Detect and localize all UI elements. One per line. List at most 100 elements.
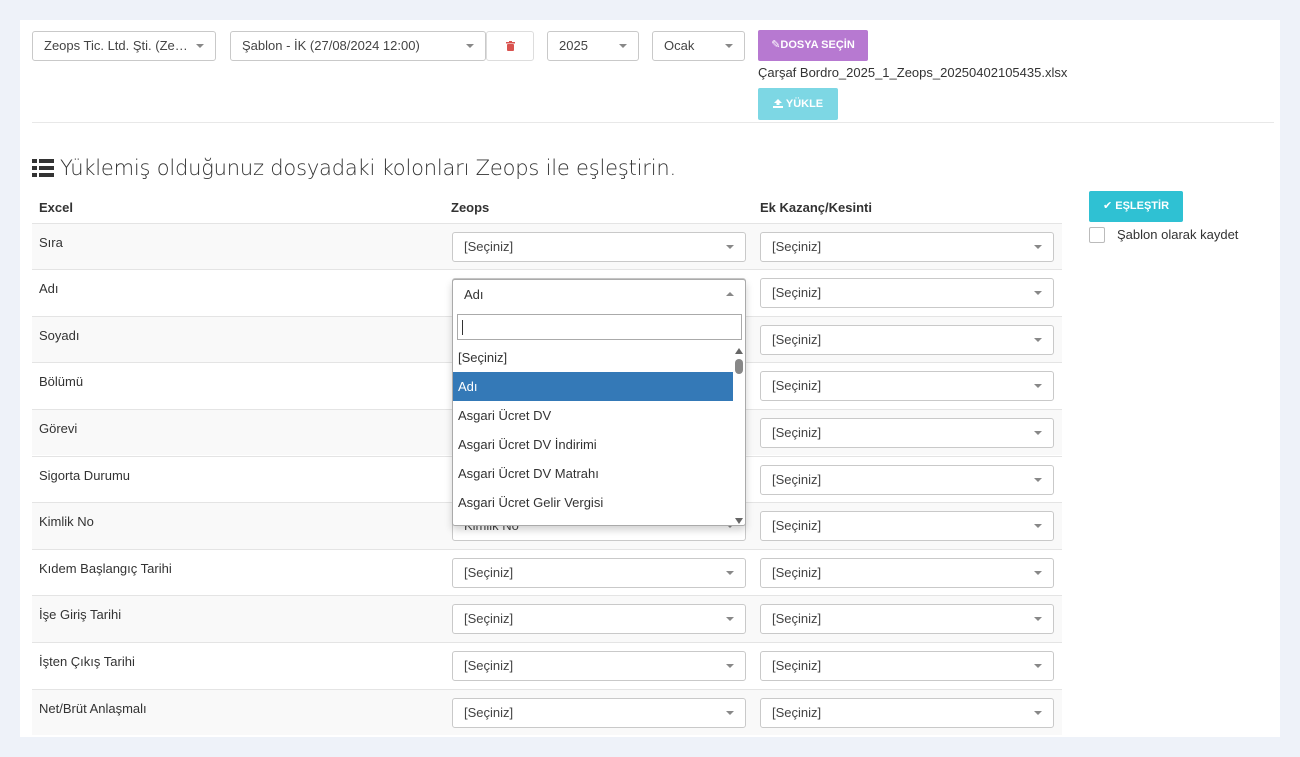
dropdown-option[interactable]: Asgari Ücret DV İndirimi [453,430,733,459]
zeops-field-value: [Seçiniz] [464,704,514,720]
chevron-down-icon [1034,663,1042,668]
chevron-down-icon [1034,291,1042,296]
ek-kazanc-value: [Seçiniz] [772,285,822,301]
upload-button[interactable]: YÜKLE [758,88,838,120]
page-title: Yüklemiş olduğunuz dosyadaki kolonları Z… [32,156,676,180]
excel-column-label: Kimlik No [39,514,94,530]
chevron-up-icon [726,292,734,296]
ek-kazanc-value: [Seçiniz] [772,657,822,673]
ek-kazanc-value: [Seçiniz] [772,471,822,487]
scroll-down-icon[interactable] [735,518,743,524]
excel-column-label: İşten Çıkış Tarihi [39,653,135,669]
ek-kazanc-select[interactable]: [Seçiniz] [760,557,1054,588]
chevron-down-icon [726,244,734,249]
dropdown-option[interactable]: Asgari Ücret DV [453,401,733,430]
ek-kazanc-value: [Seçiniz] [772,238,822,254]
chevron-down-icon [1034,384,1042,389]
ek-kazanc-select[interactable]: [Seçiniz] [760,650,1054,681]
zeops-field-select[interactable]: [Seçiniz] [452,697,746,728]
ek-kazanc-select[interactable]: [Seçiniz] [760,417,1054,448]
ek-kazanc-select[interactable]: [Seçiniz] [760,511,1054,542]
ek-kazanc-select[interactable]: [Seçiniz] [760,371,1054,402]
chevron-down-icon [1034,337,1042,342]
ek-kazanc-select[interactable]: [Seçiniz] [760,604,1054,635]
chevron-down-icon [466,44,474,48]
chevron-down-icon [1034,244,1042,249]
company-select-value: Zeops Tic. Ltd. Şti. (Zeo... [44,38,193,53]
dropdown-option[interactable]: Asgari Ücret DV Matrahı [453,459,733,488]
match-button[interactable]: ✔ EŞLEŞTİR [1089,191,1183,222]
dropdown-options: [Seçiniz] Adı Asgari Ücret DV Asgari Ücret … [453,343,733,517]
ek-kazanc-value: [Seçiniz] [772,564,822,580]
chevron-down-icon [1034,524,1042,529]
save-template-label: Şablon olarak kaydet [1117,227,1239,242]
zeops-field-select[interactable]: [Seçiniz] [452,650,746,681]
chevron-down-icon [619,44,627,48]
excel-column-label: Sigorta Durumu [39,467,131,483]
scroll-thumb[interactable] [735,359,743,374]
company-select[interactable]: Zeops Tic. Ltd. Şti. (Zeo... [32,31,216,61]
zeops-dropdown-value: Adı [464,287,484,302]
zeops-field-value: [Seçiniz] [464,611,514,627]
choose-file-button[interactable]: ✎DOSYA SEÇİN [758,30,868,61]
zeops-dropdown[interactable]: Adı [Seçiniz] Adı Asgari Ücret DV Asgari Üc… [452,279,746,526]
ek-kazanc-value: [Seçiniz] [772,518,822,534]
chevron-down-icon [726,710,734,715]
table-row: Net/Brüt Anlaşmalı [Seçiniz] [Seçiniz] [32,688,1062,736]
table-row: Kıdem Başlangıç Tarihi [Seçiniz] [Seçiniz] [32,548,1062,596]
dropdown-option[interactable]: [Seçiniz] [453,343,733,372]
ek-kazanc-value: [Seçiniz] [772,611,822,627]
ek-kazanc-value: [Seçiniz] [772,424,822,440]
excel-column-label: Soyadı [39,327,80,343]
chevron-down-icon [726,570,734,575]
check-icon: ✔ [1102,200,1113,212]
column-header-excel: Excel [39,200,73,215]
year-select-value: 2025 [559,38,588,53]
chevron-down-icon [726,663,734,668]
delete-template-button[interactable] [486,31,534,61]
scroll-up-icon[interactable] [735,348,743,354]
main-panel: Zeops Tic. Ltd. Şti. (Zeo... Şablon - İK… [20,20,1280,737]
excel-column-label: Bölümü [39,374,84,390]
ek-kazanc-select[interactable]: [Seçiniz] [760,464,1054,495]
dropdown-option[interactable]: Adı [453,372,733,401]
column-header-zeops: Zeops [451,200,490,215]
save-template-checkbox[interactable] [1089,227,1105,243]
table-row: İşten Çıkış Tarihi [Seçiniz] [Seçiniz] [32,641,1062,689]
ek-kazanc-select[interactable]: [Seçiniz] [760,324,1054,355]
zeops-field-value: [Seçiniz] [464,564,514,580]
divider [32,122,1274,123]
chevron-down-icon [196,44,204,48]
dropdown-search-input[interactable] [457,314,742,340]
trash-icon [505,41,515,51]
chevron-down-icon [1034,477,1042,482]
text-cursor [462,320,463,335]
ek-kazanc-select[interactable]: [Seçiniz] [760,697,1054,728]
chevron-down-icon [1034,430,1042,435]
zeops-field-select[interactable]: [Seçiniz] [452,557,746,588]
month-select[interactable]: Ocak [652,31,745,61]
column-header-ek: Ek Kazanç/Kesinti [760,200,872,215]
chevron-down-icon [726,617,734,622]
zeops-field-value: [Seçiniz] [464,657,514,673]
excel-column-label: Adı [39,281,59,297]
upload-label: YÜKLE [785,98,824,110]
dropdown-option[interactable]: Asgari Ücret Gelir Vergisi [453,488,733,517]
chevron-down-icon [1034,570,1042,575]
zeops-field-select[interactable]: [Seçiniz] [452,231,746,262]
ek-kazanc-select[interactable]: [Seçiniz] [760,231,1054,262]
zeops-dropdown-head[interactable]: Adı [452,279,746,310]
ek-kazanc-select[interactable]: [Seçiniz] [760,278,1054,309]
dropdown-scrollbar[interactable] [735,348,743,524]
chevron-down-icon [1034,617,1042,622]
excel-column-label: İşe Giriş Tarihi [39,607,122,623]
excel-column-label: Net/Brüt Anlaşmalı [39,700,147,716]
upload-icon [772,99,783,108]
selected-filename: Çarşaf Bordro_2025_1_Zeops_2025040210543… [758,65,1068,80]
year-select[interactable]: 2025 [547,31,639,61]
zeops-field-select[interactable]: [Seçiniz] [452,604,746,635]
excel-column-label: Sıra [39,234,63,250]
template-select[interactable]: Şablon - İK (27/08/2024 12:00) [230,31,486,61]
excel-column-label: Görevi [39,420,78,436]
page-title-text: Yüklemiş olduğunuz dosyadaki kolonları Z… [60,156,676,180]
